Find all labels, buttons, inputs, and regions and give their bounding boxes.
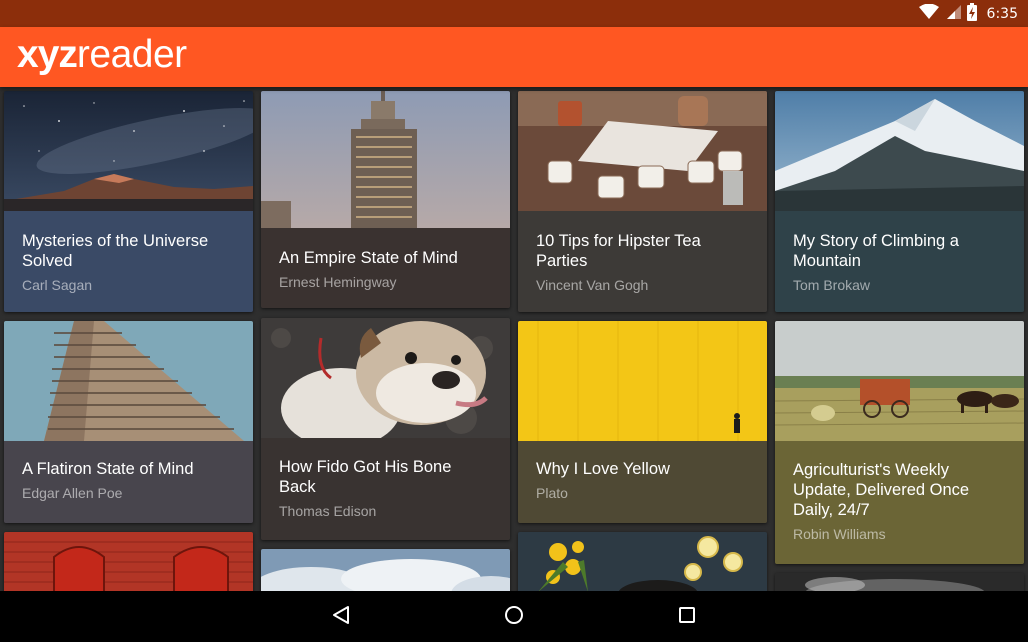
article-grid[interactable]: Mysteries of the Universe Solved Carl Sa… [0, 87, 1028, 591]
article-card[interactable]: A Flatiron State of Mind Edgar Allen Poe [4, 321, 253, 523]
article-card[interactable]: 10 Tips for Hipster Tea Parties Vincent … [518, 91, 767, 312]
logo-bold-text: xyz [17, 33, 78, 76]
article-card[interactable]: Mysteries of the Universe Solved Carl Sa… [4, 91, 253, 312]
article-thumbnail-bw-photo [775, 573, 1024, 591]
article-thumbnail-night-sky [4, 91, 253, 211]
article-author: Tom Brokaw [793, 277, 871, 293]
article-author: Robin Williams [793, 526, 886, 542]
article-thumbnail-empire-state [261, 91, 510, 228]
back-triangle-icon [330, 604, 352, 631]
logo-light-text: reader [76, 33, 187, 76]
article-meta: A Flatiron State of Mind Edgar Allen Poe [4, 441, 253, 523]
article-author: Thomas Edison [279, 503, 377, 519]
article-author: Edgar Allen Poe [22, 485, 123, 501]
navigation-bar [0, 591, 1028, 642]
home-button[interactable] [501, 604, 527, 630]
wifi-icon [918, 3, 939, 25]
signal-icon [945, 4, 961, 25]
article-meta: My Story of Climbing a Mountain Tom Brok… [775, 211, 1024, 312]
article-thumbnail-flowers-lemons [518, 532, 767, 591]
article-title: A Flatiron State of Mind [22, 460, 194, 478]
status-time: 6:35 [986, 6, 1018, 22]
article-title: How Fido Got His Bone Back [279, 458, 452, 496]
article-meta: Why I Love Yellow Plato [518, 441, 767, 523]
article-card[interactable]: An Empire State of Mind Ernest Hemingway [261, 91, 510, 308]
article-thumbnail-tea-cups [518, 91, 767, 211]
app-logo[interactable]: xyzreader [17, 33, 187, 77]
article-meta: Agriculturist's Weekly Update, Delivered… [775, 441, 1024, 564]
home-circle-icon [503, 604, 525, 631]
article-thumbnail-snowy-mountain [775, 91, 1024, 211]
article-title: An Empire State of Mind [279, 249, 458, 267]
article-author: Carl Sagan [22, 277, 93, 293]
article-card[interactable] [775, 573, 1024, 591]
article-card[interactable]: Why I Love Yellow Plato [518, 321, 767, 523]
article-meta: How Fido Got His Bone Back Thomas Edison [261, 438, 510, 540]
article-thumbnail-red-doors [4, 532, 253, 591]
article-meta: 10 Tips for Hipster Tea Parties Vincent … [518, 211, 767, 312]
article-title: Why I Love Yellow [536, 460, 670, 478]
article-author: Plato [536, 485, 568, 501]
article-thumbnail-yellow-wall [518, 321, 767, 441]
article-title: My Story of Climbing a Mountain [793, 232, 959, 270]
status-bar: 6:35 [0, 0, 1028, 27]
battery-charging-icon [966, 2, 977, 26]
article-author: Ernest Hemingway [279, 274, 397, 290]
article-card[interactable]: Agriculturist's Weekly Update, Delivered… [775, 321, 1024, 564]
article-card[interactable] [4, 532, 253, 591]
article-card[interactable] [261, 549, 510, 591]
recents-square-icon [677, 605, 697, 630]
recents-button[interactable] [674, 604, 700, 630]
article-title: Mysteries of the Universe Solved [22, 232, 209, 270]
article-meta: Mysteries of the Universe Solved Carl Sa… [4, 211, 253, 312]
article-thumbnail-horse-farm [775, 321, 1024, 441]
article-card[interactable]: My Story of Climbing a Mountain Tom Brok… [775, 91, 1024, 312]
article-thumbnail-bulldog [261, 318, 510, 438]
article-card[interactable] [518, 532, 767, 591]
article-thumbnail-clouds [261, 549, 510, 591]
article-meta: An Empire State of Mind Ernest Hemingway [261, 228, 510, 308]
app-bar: xyzreader [0, 27, 1028, 87]
article-author: Vincent Van Gogh [536, 277, 649, 293]
article-thumbnail-flatiron [4, 321, 253, 441]
screen: 6:35 xyzreader Mysteries of the Universe… [0, 0, 1028, 642]
back-button[interactable] [328, 604, 354, 630]
article-title: 10 Tips for Hipster Tea Parties [536, 232, 701, 270]
article-title: Agriculturist's Weekly Update, Delivered… [793, 461, 970, 519]
article-card[interactable]: How Fido Got His Bone Back Thomas Edison [261, 318, 510, 540]
